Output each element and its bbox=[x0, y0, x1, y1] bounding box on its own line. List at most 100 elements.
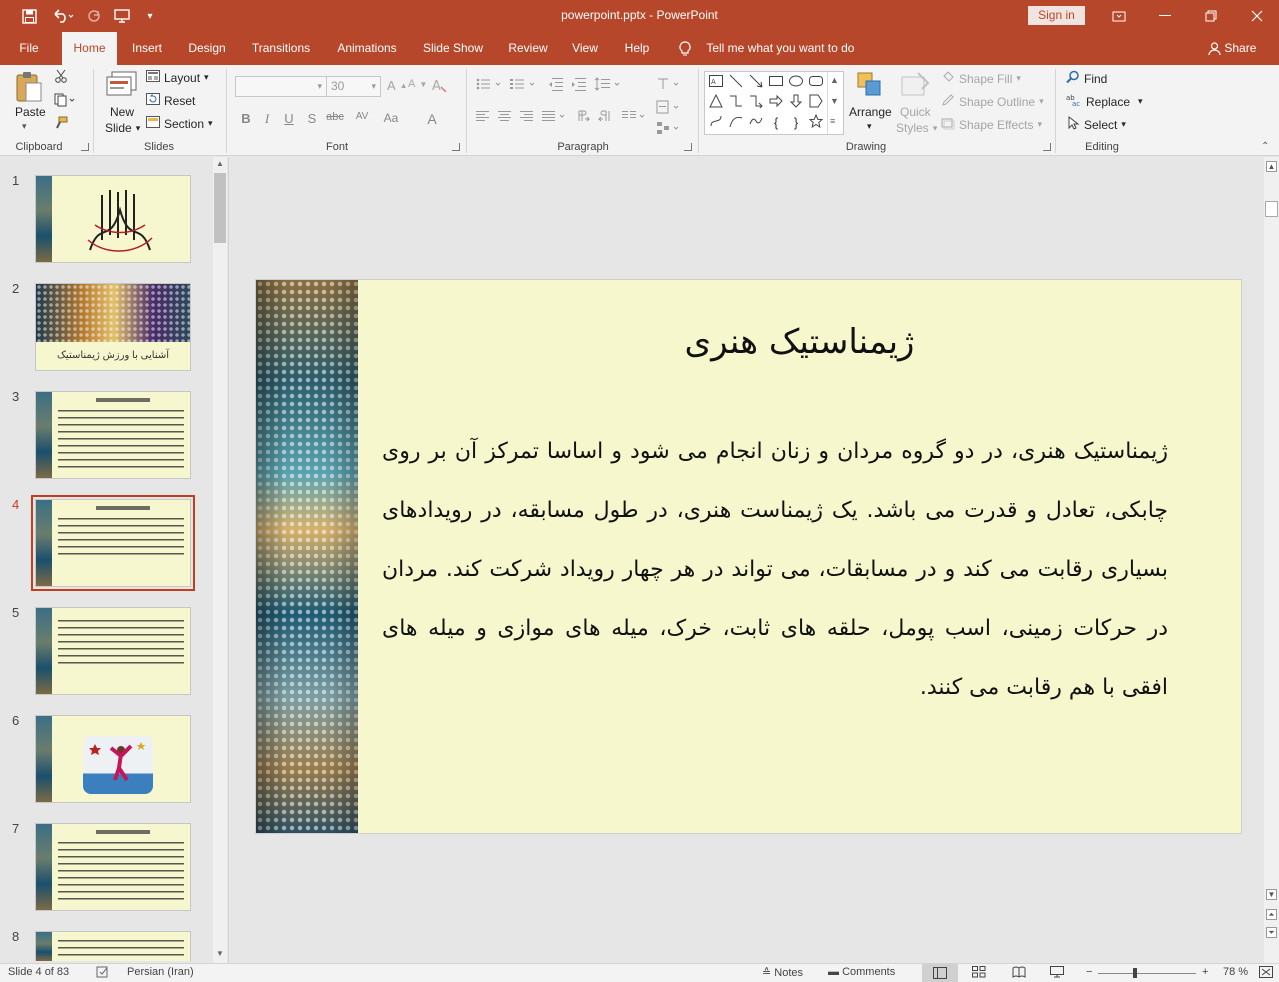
align-left-icon[interactable] bbox=[476, 110, 490, 122]
collapse-ribbon-icon[interactable]: ⌃ bbox=[1261, 141, 1269, 152]
section-button[interactable]: Section ▾ bbox=[146, 116, 213, 131]
slide-thumbnail-7[interactable] bbox=[35, 823, 191, 911]
slide-thumbnail-pane[interactable]: 1 2 آشنایی با ورزش ژیمناستیک 3 4 5 6 7 8… bbox=[0, 157, 229, 963]
slide-show-icon[interactable] bbox=[1050, 966, 1064, 981]
change-case-button[interactable]: Aa bbox=[380, 111, 402, 125]
quick-styles-icon[interactable] bbox=[900, 71, 930, 104]
language-indicator[interactable]: Persian (Iran) bbox=[127, 966, 194, 978]
justify-icon[interactable] bbox=[542, 110, 568, 122]
paste-dropdown-icon[interactable]: ▾ bbox=[22, 121, 27, 132]
numbering-icon[interactable] bbox=[510, 77, 540, 91]
rounded-rectangle-shape-icon[interactable] bbox=[807, 74, 825, 92]
tab-insert[interactable]: Insert bbox=[124, 32, 170, 65]
replace-button[interactable]: ab ac Replace ▾ bbox=[1066, 93, 1143, 110]
slide-scrollbar[interactable]: ▲ ▼ ⏶ ⏷ bbox=[1264, 157, 1279, 963]
tab-slide-show[interactable]: Slide Show bbox=[416, 32, 490, 65]
scroll-up-icon[interactable]: ▲ bbox=[1266, 161, 1277, 172]
left-brace-shape-icon[interactable]: { bbox=[767, 114, 785, 132]
thumbnail-scrollbar[interactable]: ▲ ▼ bbox=[213, 157, 227, 963]
sign-in-button[interactable]: Sign in bbox=[1028, 6, 1085, 25]
triangle-shape-icon[interactable] bbox=[707, 93, 725, 112]
star-shape-icon[interactable] bbox=[807, 113, 825, 132]
elbow-arrow-shape-icon[interactable] bbox=[747, 94, 765, 112]
slide-sorter-icon[interactable] bbox=[972, 966, 986, 981]
slide-thumbnail-2[interactable]: آشنایی با ورزش ژیمناستیک bbox=[35, 283, 191, 371]
new-slide-label-1[interactable]: New bbox=[110, 105, 134, 119]
shape-outline-button[interactable]: Shape Outline ▾ bbox=[941, 93, 1044, 110]
line-spacing-icon[interactable] bbox=[594, 77, 622, 91]
quick-styles-button[interactable]: Styles ▾ bbox=[896, 121, 937, 135]
gallery-scroll[interactable]: ▲ ▼ ≡ bbox=[827, 72, 844, 134]
scrollbar-thumb[interactable] bbox=[1265, 201, 1278, 217]
oval-shape-icon[interactable] bbox=[787, 74, 805, 92]
spelling-check-icon[interactable] bbox=[96, 966, 110, 981]
fit-slide-icon[interactable] bbox=[1259, 966, 1273, 981]
tab-review[interactable]: Review bbox=[500, 32, 556, 65]
align-center-icon[interactable] bbox=[498, 110, 512, 122]
zoom-in-icon[interactable]: + bbox=[1202, 966, 1208, 978]
new-slide-button[interactable]: Slide ▾ bbox=[105, 121, 140, 135]
scroll-up-icon[interactable]: ▲ bbox=[216, 159, 224, 168]
down-arrow-shape-icon[interactable] bbox=[787, 94, 805, 112]
align-right-icon[interactable] bbox=[520, 110, 534, 122]
zoom-out-icon[interactable]: − bbox=[1086, 966, 1092, 978]
arrange-label[interactable]: Arrange bbox=[849, 105, 892, 119]
tab-help[interactable]: Help bbox=[616, 32, 658, 65]
columns-icon[interactable] bbox=[622, 110, 648, 122]
slide-thumbnail-3[interactable] bbox=[35, 391, 191, 479]
smartart-icon[interactable] bbox=[656, 121, 682, 135]
arrange-icon[interactable] bbox=[856, 71, 884, 102]
slide-thumbnail-8[interactable] bbox=[35, 931, 191, 961]
slide-body-text[interactable]: ژیمناستیک هنری، در دو گروه مردان و زنان … bbox=[382, 422, 1168, 717]
rectangle-shape-icon[interactable] bbox=[767, 74, 785, 92]
font-color-button[interactable]: A bbox=[424, 111, 440, 127]
new-slide-icon[interactable] bbox=[106, 71, 138, 102]
ribbon-display-options-icon[interactable] bbox=[1096, 0, 1142, 32]
text-box-shape-icon[interactable]: A bbox=[707, 74, 725, 92]
paste-button[interactable] bbox=[14, 71, 44, 108]
right-brace-shape-icon[interactable]: } bbox=[787, 114, 805, 132]
format-painter-icon[interactable] bbox=[54, 116, 68, 130]
tab-file[interactable]: File bbox=[8, 32, 50, 65]
scroll-down-icon[interactable]: ▼ bbox=[1266, 889, 1277, 900]
elbow-connector-shape-icon[interactable] bbox=[727, 94, 745, 112]
tab-view[interactable]: View bbox=[563, 32, 607, 65]
text-shadow-button[interactable]: S bbox=[304, 111, 320, 126]
gallery-up-icon[interactable]: ▲ bbox=[830, 75, 839, 85]
current-slide[interactable]: ژیمناستیک هنری ژیمناستیک هنری، در دو گرو… bbox=[255, 279, 1242, 834]
gallery-more-icon[interactable]: ≡ bbox=[830, 116, 835, 126]
tab-transitions[interactable]: Transitions bbox=[245, 32, 317, 65]
restore-icon[interactable] bbox=[1188, 0, 1234, 32]
minimize-icon[interactable] bbox=[1142, 0, 1188, 32]
slide-thumbnail-1[interactable] bbox=[35, 175, 191, 263]
align-text-icon[interactable] bbox=[656, 100, 682, 114]
share-button[interactable]: Share bbox=[1208, 32, 1256, 65]
chevron-down-icon[interactable]: ▾ bbox=[867, 121, 872, 132]
slide-counter[interactable]: Slide 4 of 83 bbox=[8, 966, 69, 978]
character-spacing-button[interactable]: AV bbox=[352, 111, 372, 122]
scroll-down-icon[interactable]: ▼ bbox=[216, 949, 224, 958]
next-slide-icon[interactable]: ⏷ bbox=[1266, 927, 1277, 938]
zoom-slider-handle[interactable] bbox=[1133, 968, 1137, 978]
shapes-gallery[interactable]: A {} ▲ ▼ ≡ bbox=[704, 71, 844, 135]
decrease-indent-icon[interactable] bbox=[548, 77, 564, 91]
notes-button[interactable]: ≙ Notes bbox=[762, 966, 803, 979]
gallery-down-icon[interactable]: ▼ bbox=[830, 96, 839, 106]
italic-button[interactable]: I bbox=[259, 111, 275, 127]
arrow-line-shape-icon[interactable] bbox=[747, 74, 765, 92]
increase-indent-icon[interactable] bbox=[571, 77, 587, 91]
slide-thumbnail-5[interactable] bbox=[35, 607, 191, 695]
reading-view-icon[interactable] bbox=[1012, 966, 1026, 981]
line-shape-icon[interactable] bbox=[727, 74, 745, 92]
freeform-shape-icon[interactable] bbox=[707, 114, 725, 132]
select-button[interactable]: Select ▾ bbox=[1066, 115, 1126, 133]
underline-button[interactable]: U bbox=[281, 111, 297, 126]
font-size-combo[interactable]: 30 ▾ bbox=[326, 76, 381, 97]
font-launcher-icon[interactable] bbox=[452, 143, 460, 151]
comments-button[interactable]: ▬ Comments bbox=[828, 966, 895, 978]
find-button[interactable]: Find bbox=[1066, 70, 1107, 87]
tab-design[interactable]: Design bbox=[180, 32, 234, 65]
slide-editing-area[interactable]: ژیمناستیک هنری ژیمناستیک هنری، در دو گرو… bbox=[230, 157, 1264, 963]
strikethrough-button[interactable]: abc bbox=[325, 111, 345, 123]
normal-view-button[interactable] bbox=[922, 964, 958, 982]
